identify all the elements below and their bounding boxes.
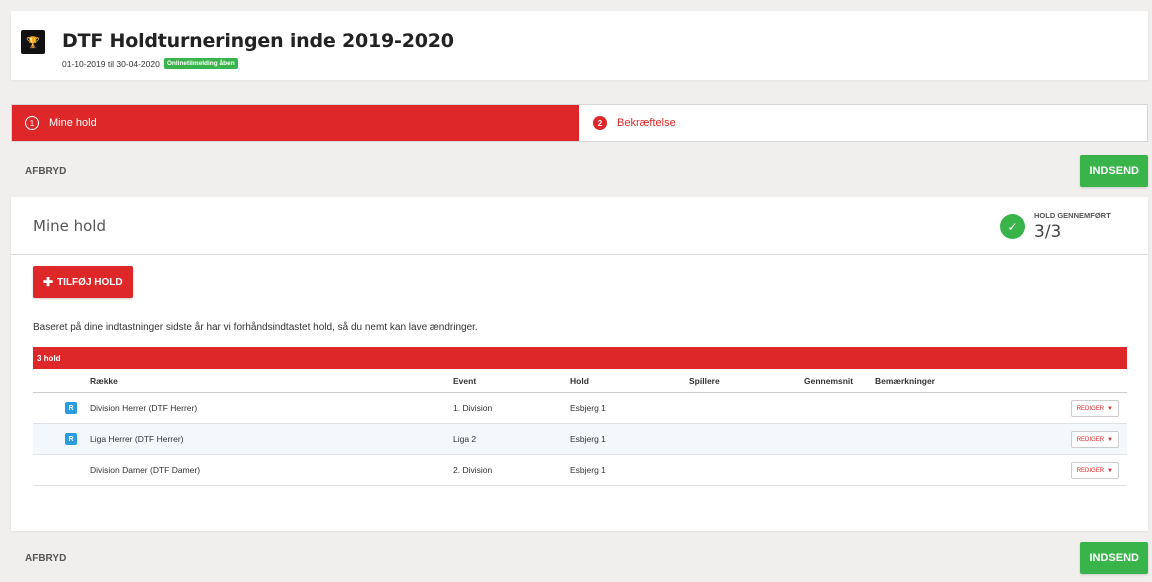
row-hold: Esbjerg 1 [570,434,606,444]
tournament-dates: 01-10-2019 til 30-04-2020 Onlinetilmeldi… [62,58,238,69]
table-row[interactable]: R Liga Herrer (DTF Herrer) Liga 2 Esbjer… [33,424,1127,455]
row-raekke: Division Damer (DTF Damer) [90,465,201,475]
teams-card: Mine hold ✓ HOLD GENNEMFØRT 3/3 ✚ TILFØJ… [11,197,1148,531]
edit-button[interactable]: REDIGER ▼ [1070,431,1119,448]
submit-button[interactable]: INDSEND [1080,155,1148,187]
row-raekke: Division Herrer (DTF Herrer) [90,403,198,413]
row-raekke: Liga Herrer (DTF Herrer) [90,434,184,444]
card-title: Mine hold [33,217,106,235]
table-row[interactable]: Division Damer (DTF Damer) 2. Division E… [33,455,1127,486]
table-banner: 3 hold [33,347,1127,369]
caret-down-icon: ▼ [1107,467,1113,474]
col-header-bemaerkninger: Bemærkninger [875,375,935,386]
progress-value: 3/3 [1034,222,1062,242]
step-label: Mine hold [49,117,97,129]
teams-table: 3 hold Række Event Hold Spillere Gennems… [33,347,1127,486]
add-team-label: TILFØJ HOLD [57,276,123,288]
check-icon: ✓ [1000,214,1025,239]
step-mine-hold[interactable]: 1 Mine hold [12,105,579,141]
info-text: Baseret på dine indtastninger sidste år … [33,322,478,333]
row-event: 2. Division [453,465,493,475]
edit-label: REDIGER [1076,467,1105,474]
wizard-steps: 1 Mine hold 2 Bekræftelse [11,104,1148,142]
caret-down-icon: ▼ [1107,436,1113,443]
plus-icon: ✚ [43,275,54,289]
cancel-button[interactable]: AFBRYD [25,166,66,177]
step-number: 2 [593,116,607,130]
col-header-gennemsnit: Gennemsnit [804,375,854,386]
table-row[interactable]: R Division Herrer (DTF Herrer) 1. Divisi… [33,393,1127,424]
cancel-button[interactable]: AFBRYD [25,553,66,564]
tournament-header: 🏆 DTF Holdturneringen inde 2019-2020 01-… [11,11,1148,80]
step-bekraeftelse[interactable]: 2 Bekræftelse [579,105,1147,141]
step-label: Bekræftelse [617,117,676,129]
r-badge: R [65,402,77,414]
col-header-spillere: Spillere [689,375,720,386]
table-header: Række Event Hold Spillere Gennemsnit Bem… [33,369,1127,393]
col-header-raekke: Række [90,375,118,386]
edit-label: REDIGER [1076,436,1105,443]
edit-label: REDIGER [1076,405,1105,412]
bottom-action-bar: AFBRYD INDSEND [11,542,1148,574]
row-event: 1. Division [453,403,493,413]
edit-button[interactable]: REDIGER ▼ [1070,400,1119,417]
card-header: Mine hold ✓ HOLD GENNEMFØRT 3/3 [11,197,1148,255]
status-badge: Onlinetilmelding åben [163,58,238,69]
submit-button[interactable]: INDSEND [1080,542,1148,574]
date-range: 01-10-2019 til 30-04-2020 [62,58,160,69]
page-title: DTF Holdturneringen inde 2019-2020 [62,30,454,52]
caret-down-icon: ▼ [1107,405,1113,412]
r-badge: R [65,433,77,445]
step-number: 1 [25,116,39,130]
row-hold: Esbjerg 1 [570,465,606,475]
col-header-event: Event [453,375,477,386]
trophy-icon: 🏆 [21,30,45,54]
add-team-button[interactable]: ✚ TILFØJ HOLD [33,266,133,298]
row-hold: Esbjerg 1 [570,403,606,413]
top-action-bar: AFBRYD INDSEND [11,155,1148,187]
row-event: Liga 2 [453,434,477,444]
col-header-hold: Hold [570,375,589,386]
progress-label: HOLD GENNEMFØRT [1034,211,1111,220]
edit-button[interactable]: REDIGER ▼ [1070,462,1119,479]
